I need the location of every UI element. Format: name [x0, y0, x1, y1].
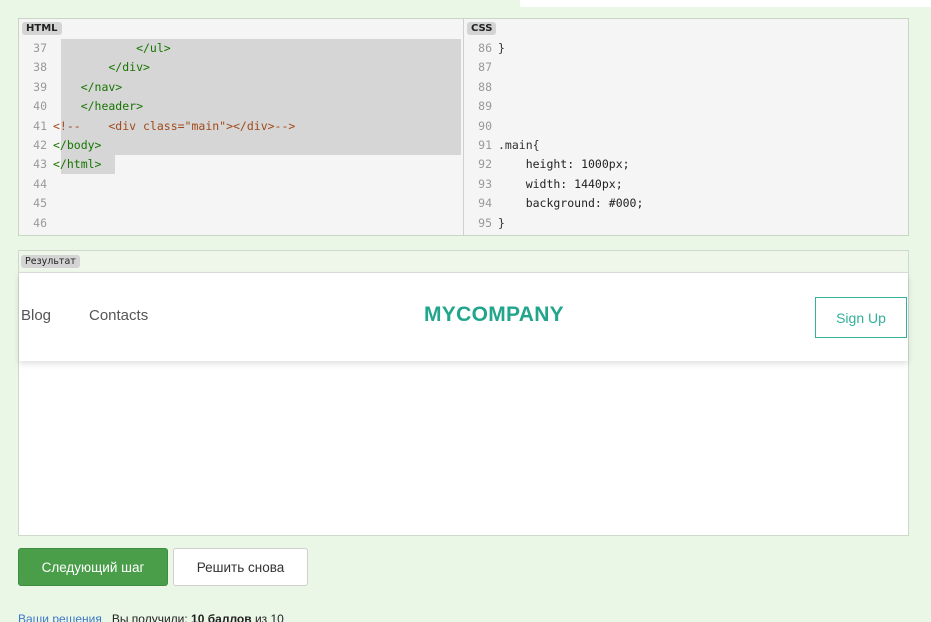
css-code[interactable]: 86} 87 88 89 90 91 .main{ 92 height: 1000… [464, 39, 908, 235]
next-step-button[interactable]: Следующий шаг [18, 548, 168, 586]
code-line: 43 </html> [33, 157, 102, 172]
code-line: 88 [478, 79, 492, 94]
code-line: 40 </header> [33, 99, 144, 114]
result-tab-label: Результат [21, 255, 80, 268]
code-line: 86} [478, 41, 505, 55]
html-tab-label: HTML [22, 22, 62, 35]
code-line: 37 </ul> [33, 41, 171, 55]
code-line: 41 <!-- <div class="main"></div>--> [33, 118, 296, 133]
html-editor-pane[interactable]: HTML 37 </ul> 38 </div> 39 </nav> 40 </h… [19, 19, 464, 235]
result-bar: Результат [19, 251, 908, 273]
code-line: 42 </body> [33, 137, 102, 152]
code-line: 92 height: 1000px; [478, 157, 630, 172]
code-editors: HTML 37 </ul> 38 </div> 39 </nav> 40 </h… [18, 18, 909, 236]
code-line: 46 [33, 215, 47, 230]
css-editor-pane[interactable]: CSS 86} 87 88 89 90 91 .main{ 92 height: … [464, 19, 908, 235]
company-logo[interactable]: MYCOMPANY [424, 303, 564, 327]
code-line: 39 </nav> [33, 79, 123, 94]
top-white-bar [520, 0, 931, 7]
code-line: 95} [478, 215, 505, 230]
code-line: 38 </div> [33, 60, 150, 75]
nav-link-contacts[interactable]: Contacts [89, 307, 148, 324]
sign-up-button[interactable]: Sign Up [815, 297, 907, 338]
css-tab-label: CSS [467, 22, 497, 35]
html-code[interactable]: 37 </ul> 38 </div> 39 </nav> 40 </header… [19, 39, 463, 235]
code-line: 94 background: #000; [478, 196, 644, 211]
code-line: 87 [478, 60, 492, 75]
result-panel: Результат Blog Contacts MYCOMPANY Sign U… [18, 250, 909, 536]
preview-site-header: Blog Contacts MYCOMPANY Sign Up [19, 273, 908, 361]
your-solutions-link[interactable]: Ваши решения [18, 612, 102, 622]
code-line: 89 [478, 99, 492, 114]
footer-score: 10 баллов [191, 612, 252, 622]
footer-text-before: Вы получили: [111, 612, 192, 622]
code-line: 91 .main{ [478, 137, 540, 152]
code-line: 90 [478, 118, 492, 133]
solve-again-button[interactable]: Решить снова [173, 548, 308, 586]
footer-text-after: из 10 [251, 612, 284, 622]
code-line: 45 [33, 196, 47, 211]
nav-link-blog[interactable]: Blog [21, 307, 51, 324]
code-line: 93 width: 1440px; [478, 176, 623, 191]
code-line: 44 [33, 176, 47, 191]
footer-status: Ваши решения Вы получили: 10 баллов из 1… [18, 612, 284, 622]
